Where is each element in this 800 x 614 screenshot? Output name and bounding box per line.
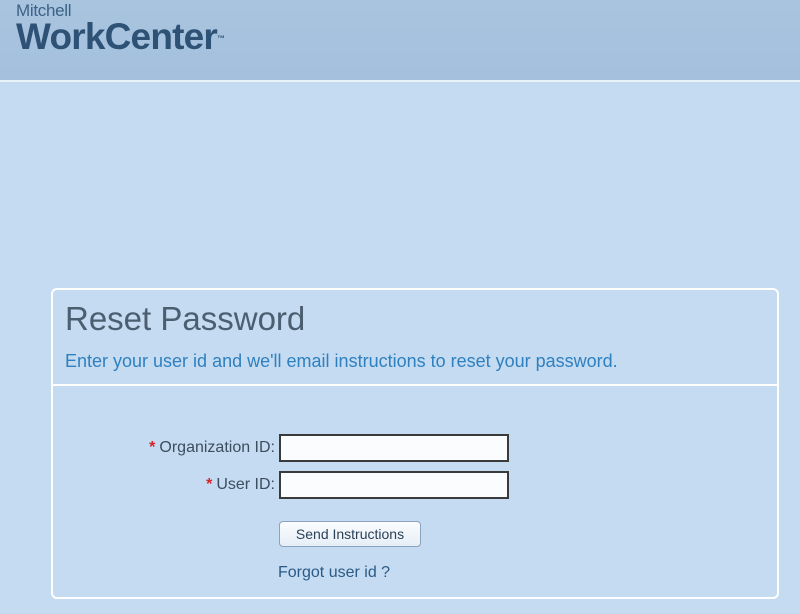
- logo-brand-main-text: WorkCenter: [16, 16, 218, 57]
- user-id-label-text: User ID:: [216, 476, 275, 493]
- organization-id-label-text: Organization ID:: [159, 439, 275, 456]
- logo-brand-main: WorkCenter™: [16, 16, 226, 57]
- send-instructions-button[interactable]: Send Instructions: [279, 521, 421, 547]
- logo-trademark: ™: [217, 34, 226, 43]
- required-marker: *: [149, 439, 156, 456]
- forgot-user-id-link[interactable]: Forgot user id ?: [278, 564, 390, 582]
- reset-password-panel: Reset Password Enter your user id and we…: [51, 288, 779, 599]
- organization-id-row: * Organization ID:: [53, 434, 777, 464]
- page-title: Reset Password: [65, 300, 306, 337]
- user-id-input[interactable]: [279, 471, 509, 499]
- organization-id-input[interactable]: [279, 434, 509, 462]
- workcenter-logo[interactable]: Mitchell WorkCenter™: [16, 2, 225, 55]
- required-marker: *: [206, 476, 213, 493]
- page-subtitle: Enter your user id and we'll email instr…: [65, 351, 618, 371]
- app-header: Mitchell WorkCenter™: [0, 0, 800, 82]
- user-id-row: * User ID:: [53, 471, 777, 501]
- user-id-label: * User ID:: [206, 476, 275, 494]
- panel-divider: [53, 384, 777, 386]
- organization-id-label: * Organization ID:: [149, 439, 275, 457]
